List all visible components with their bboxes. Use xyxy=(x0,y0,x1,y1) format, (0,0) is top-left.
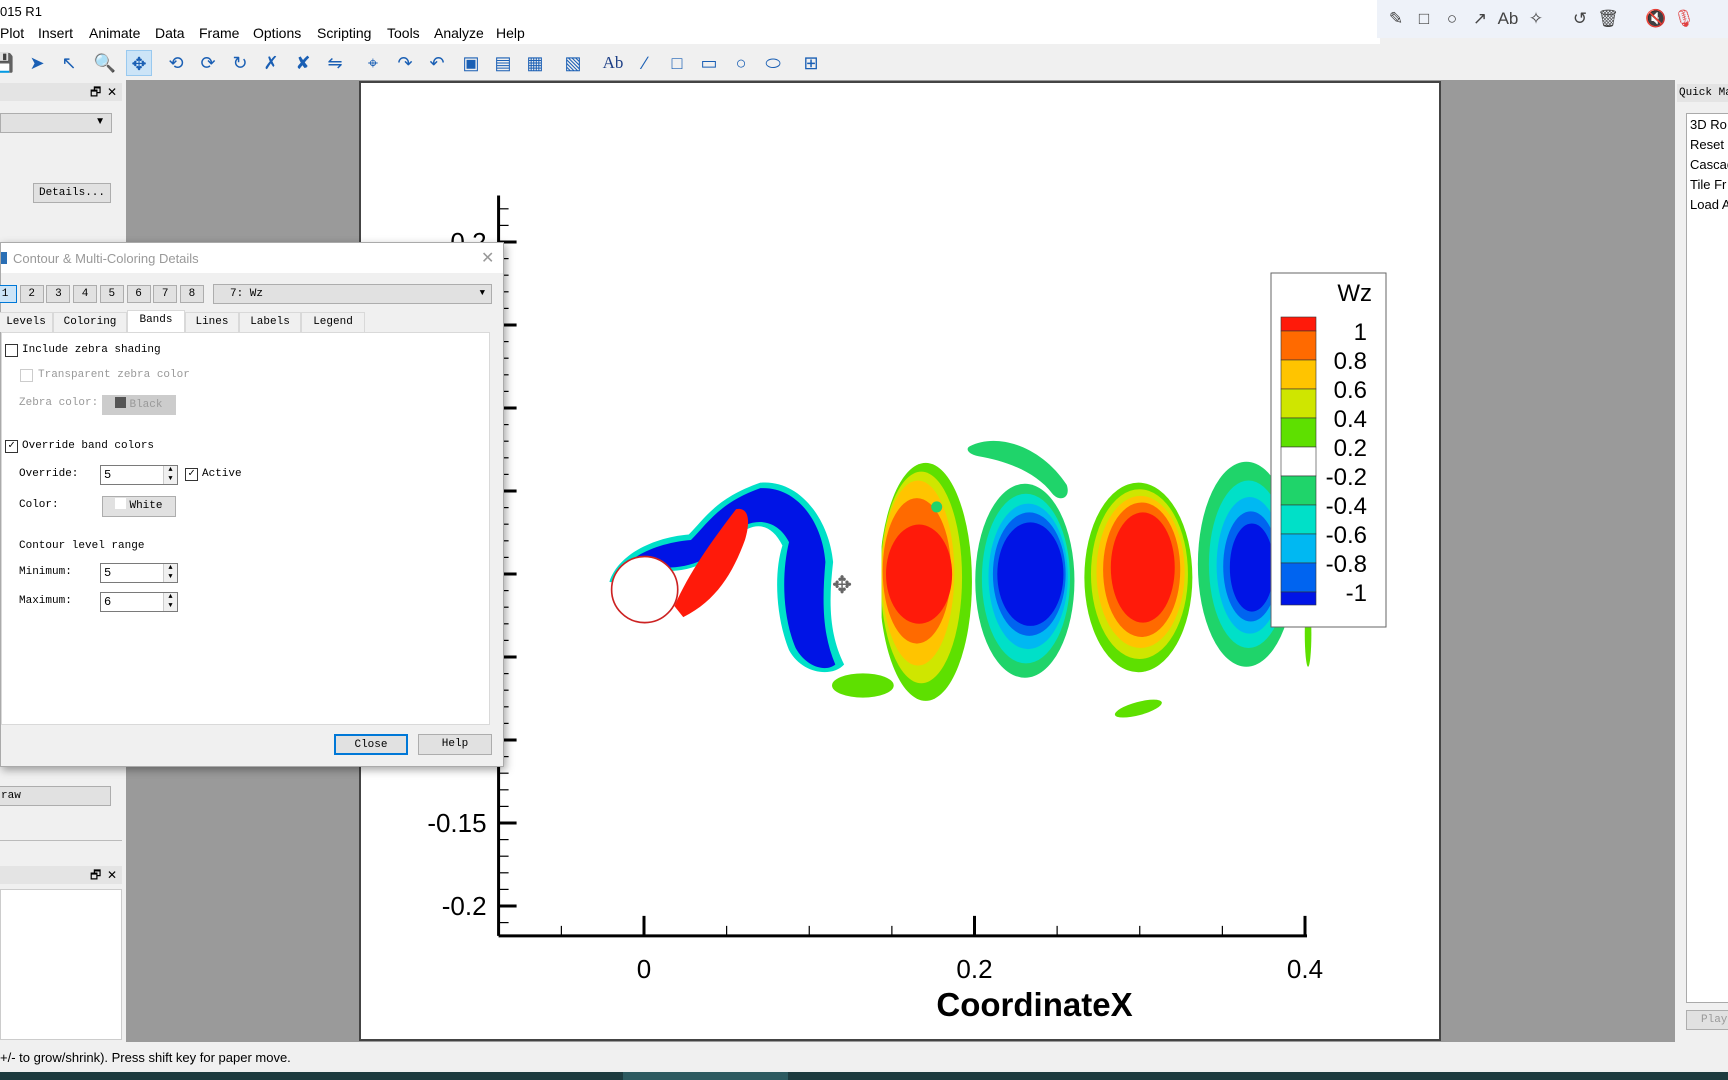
tab-coloring[interactable]: Coloring xyxy=(53,312,127,332)
override-label: Override: xyxy=(19,468,79,480)
legend-swatch xyxy=(1280,504,1317,535)
y-tick-label: -0.2 xyxy=(442,891,487,921)
tab-lines[interactable]: Lines xyxy=(185,312,239,332)
include-zebra-label: Include zebra shading xyxy=(22,344,161,356)
legend-swatch xyxy=(1280,316,1317,332)
legend-swatch xyxy=(1280,330,1317,361)
band-color-button[interactable]: White xyxy=(102,496,176,517)
spin-arrows-icon[interactable]: ▲ ▼ xyxy=(163,564,177,582)
variable-value: 7: Wz xyxy=(230,288,264,300)
legend-swatch xyxy=(1280,359,1317,390)
dialog-title-bar[interactable]: Contour & Multi-Coloring Details ✕ xyxy=(1,243,503,273)
legend-swatch xyxy=(1280,446,1317,477)
legend-label: 1 xyxy=(1354,319,1367,346)
maximum-value: 6 xyxy=(104,595,112,609)
spin-arrows-icon[interactable]: ▲ ▼ xyxy=(163,593,177,611)
legend-swatch xyxy=(1280,475,1317,506)
active-label: Active xyxy=(202,468,242,480)
x-tick-label: 0 xyxy=(637,954,651,984)
cylinder xyxy=(610,555,679,624)
x-tick-label: 0.4 xyxy=(1287,954,1323,984)
tab-legend[interactable]: Legend xyxy=(301,312,365,332)
tab-labels[interactable]: Labels xyxy=(239,312,301,332)
zebra-color-value: Black xyxy=(129,399,163,411)
legend-title: Wz xyxy=(1337,280,1372,307)
color-swatch xyxy=(115,498,127,509)
contour-group-tab-1[interactable]: 1 xyxy=(0,285,17,303)
contour-group-tab-7[interactable]: 7 xyxy=(153,285,178,303)
vortex-negative xyxy=(1229,523,1274,612)
legend-label: -0.2 xyxy=(1326,464,1367,491)
legend-label: 0.2 xyxy=(1334,435,1367,462)
maximum-label: Maximum: xyxy=(19,595,72,607)
vortex-positive xyxy=(886,524,953,624)
color-label: Color: xyxy=(19,499,59,511)
color-swatch xyxy=(115,397,127,408)
legend-swatch xyxy=(1280,388,1317,419)
minimum-spinner[interactable]: 5 ▲ ▼ xyxy=(100,563,178,583)
vortex-positive xyxy=(1110,512,1175,623)
contour-group-tab-4[interactable]: 4 xyxy=(73,285,98,303)
tab-bands[interactable]: Bands xyxy=(127,310,185,332)
contour-field: ✥ xyxy=(609,440,1312,718)
legend-label: 0.4 xyxy=(1334,406,1367,433)
app-icon xyxy=(1,252,7,264)
close-icon[interactable]: ✕ xyxy=(481,248,494,268)
legend-swatch xyxy=(1280,591,1317,606)
x-axis-title: CoordinateX xyxy=(936,986,1132,1023)
legend-swatch xyxy=(1280,562,1317,593)
legend-label: -1 xyxy=(1346,580,1367,607)
legend-swatch xyxy=(1280,417,1317,448)
legend-label: 0.6 xyxy=(1334,377,1367,404)
contour-details-dialog: Contour & Multi-Coloring Details ✕ 12345… xyxy=(0,242,504,767)
minimum-label: Minimum: xyxy=(19,566,72,578)
contour-group-tab-3[interactable]: 3 xyxy=(46,285,71,303)
override-value: 5 xyxy=(104,468,112,482)
transparent-zebra-checkbox[interactable] xyxy=(20,369,33,382)
y-tick-label: -0.15 xyxy=(427,808,486,838)
move-cursor-icon: ✥ xyxy=(832,572,852,599)
legend-label: -0.8 xyxy=(1326,551,1367,578)
contour-group-tab-5[interactable]: 5 xyxy=(99,285,124,303)
legend-label: -0.4 xyxy=(1326,493,1367,520)
vortex-negative xyxy=(997,522,1064,626)
zebra-color-label: Zebra color: xyxy=(19,397,99,409)
contour-legend: Wz 10.80.60.40.2-0.2-0.4-0.6-0.8-1 xyxy=(1270,272,1387,628)
override-band-label: Override band colors xyxy=(22,440,155,452)
close-button[interactable]: Close xyxy=(334,734,408,755)
maximum-spinner[interactable]: 6 ▲ ▼ xyxy=(100,592,178,612)
spin-arrows-icon[interactable]: ▲ ▼ xyxy=(163,466,177,484)
contour-group-tab-6[interactable]: 6 xyxy=(126,285,151,303)
override-band-checkbox[interactable]: ✓ xyxy=(5,440,18,453)
include-zebra-checkbox[interactable] xyxy=(5,344,18,357)
variable-dropdown[interactable]: 7: Wz ▼ xyxy=(213,284,492,304)
minimum-value: 5 xyxy=(104,566,112,580)
contour-group-tab-2[interactable]: 2 xyxy=(19,285,44,303)
dialog-title: Contour & Multi-Coloring Details xyxy=(13,251,199,266)
x-tick-label: 0.2 xyxy=(956,954,992,984)
zebra-color-button[interactable]: Black xyxy=(102,395,176,415)
contour-group-tab-8[interactable]: 8 xyxy=(179,285,204,303)
legend-swatch xyxy=(1280,533,1317,564)
band-color-value: White xyxy=(129,500,163,512)
override-spinner[interactable]: 5 ▲ ▼ xyxy=(100,465,178,485)
range-label: Contour level range xyxy=(19,540,145,552)
chevron-down-icon: ▼ xyxy=(479,288,485,298)
help-button[interactable]: Help xyxy=(418,734,492,755)
legend-label: -0.6 xyxy=(1326,522,1367,549)
tab-levels[interactable]: Levels xyxy=(0,312,53,332)
legend-label: 0.8 xyxy=(1334,348,1367,375)
transparent-zebra-label: Transparent zebra color xyxy=(38,369,190,381)
active-checkbox[interactable]: ✓ xyxy=(185,468,198,481)
bands-tab-panel: Include zebra shading Transparent zebra … xyxy=(1,332,490,725)
